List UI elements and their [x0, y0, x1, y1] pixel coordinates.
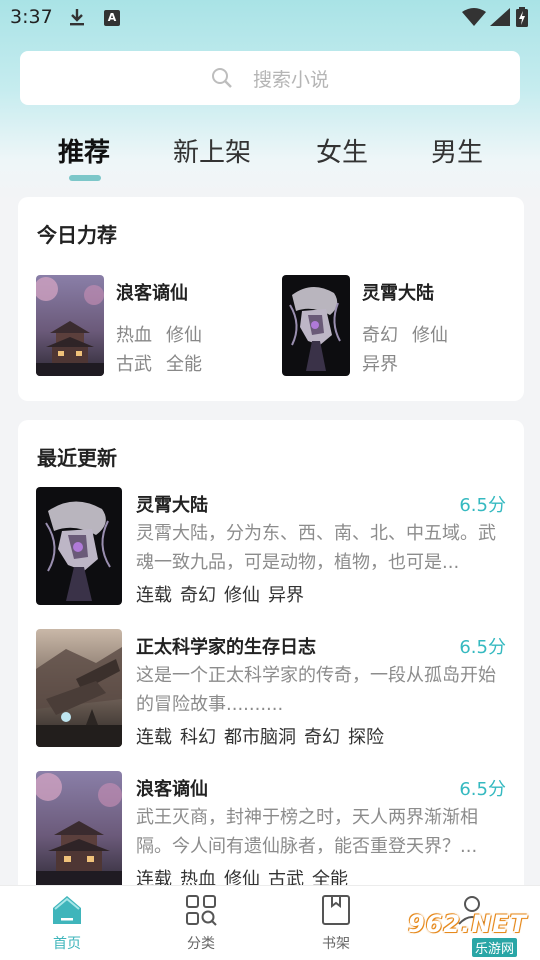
nav-home[interactable]: 首页 [27, 886, 107, 960]
tag: 热血 [116, 325, 152, 346]
pick-tags: 奇幻 修仙 [362, 321, 462, 347]
nav-label: 首页 [53, 936, 81, 952]
tag: 修仙 [166, 325, 202, 346]
search-icon [211, 68, 232, 88]
tag: 连载 [136, 727, 172, 748]
tab-recommend[interactable]: 推荐 [58, 132, 110, 169]
nav-label: 分类 [187, 936, 215, 952]
list-item[interactable]: 浪客谪仙 6.5分 武王灭商，封神于榜之时，天人两界渐渐相隔。今人间有遗仙脉者，… [36, 771, 506, 891]
book-score: 6.5分 [459, 779, 506, 800]
book-score: 6.5分 [459, 495, 506, 516]
book-cover [36, 275, 104, 376]
tag: 奇幻 [180, 585, 216, 606]
today-picks-card: 今日力荐 浪客谪仙 热血 修仙 古武 全能 灵霄大陆 奇幻 修仙 异界 [18, 197, 524, 401]
book-cover [36, 629, 122, 747]
tab-male[interactable]: 男生 [431, 132, 483, 169]
tag: 异界 [268, 585, 304, 606]
pick-tags: 古武 全能 [116, 350, 216, 376]
tag: 全能 [166, 354, 202, 375]
font-a-icon: A [104, 10, 120, 26]
tag: 修仙 [224, 585, 260, 606]
watermark-text: 962.NET [408, 910, 528, 938]
tag: 异界 [362, 354, 398, 375]
list-item[interactable]: 正太科学家的生存日志 6.5分 这是一个正太科学家的传奇，一段从孤岛开始的冒险故… [36, 629, 506, 749]
pick-tags: 异界 [362, 350, 412, 376]
tag: 奇幻 [304, 727, 340, 748]
tag: 探险 [348, 727, 384, 748]
signal-icon [490, 8, 510, 26]
search-placeholder: 搜索小说 [252, 68, 329, 91]
list-item[interactable]: 灵霄大陆 6.5分 灵霄大陆，分为东、西、南、北、中五域。武魂一致九品，可是动物… [36, 487, 506, 607]
book-score: 6.5分 [459, 637, 506, 658]
nav-category[interactable]: 分类 [161, 886, 241, 960]
book-title: 浪客谪仙 [136, 779, 208, 800]
pick-title: 浪客谪仙 [116, 283, 188, 304]
tag: 科幻 [180, 727, 216, 748]
book-cover [36, 771, 122, 889]
nav-bookshelf[interactable]: 书架 [296, 886, 376, 960]
pick-tags: 热血 修仙 [116, 321, 216, 347]
download-icon [70, 9, 84, 26]
book-title: 正太科学家的生存日志 [136, 637, 316, 658]
pick-item[interactable]: 灵霄大陆 奇幻 修仙 异界 [282, 275, 512, 377]
tag: 修仙 [412, 325, 448, 346]
tag: 都市脑洞 [224, 727, 296, 748]
book-tags: 连载 奇幻 修仙 异界 [136, 581, 312, 607]
pick-item[interactable]: 浪客谪仙 热血 修仙 古武 全能 [36, 275, 266, 377]
watermark-subtext: 乐游网 [472, 938, 518, 957]
status-time: 3:37 [10, 6, 53, 28]
book-tags: 连载 科幻 都市脑洞 奇幻 探险 [136, 723, 392, 749]
tag: 连载 [136, 585, 172, 606]
nav-label: 书架 [322, 936, 350, 952]
wifi-icon [462, 8, 486, 26]
pick-title: 灵霄大陆 [362, 283, 434, 304]
category-icon [186, 895, 217, 926]
recent-updates-card: 最近更新 灵霄大陆 6.5分 灵霄大陆，分为东、西、南、北、中五域。武魂一致九品… [18, 420, 524, 900]
section-title: 最近更新 [37, 446, 117, 470]
book-cover [36, 487, 122, 605]
book-description: 这是一个正太科学家的传奇，一段从孤岛开始的冒险故事.......... [136, 665, 496, 715]
home-icon [53, 896, 81, 924]
tag: 奇幻 [362, 325, 398, 346]
tab-female[interactable]: 女生 [316, 132, 368, 169]
watermark-logo: 962.NET 乐游网 [400, 908, 534, 957]
tag: 古武 [116, 354, 152, 375]
book-title: 灵霄大陆 [136, 495, 208, 516]
section-title: 今日力荐 [37, 223, 117, 247]
book-cover [282, 275, 350, 376]
tab-new-arrivals[interactable]: 新上架 [173, 132, 251, 169]
battery-icon [516, 7, 528, 27]
status-bar: 3:37 A [0, 0, 540, 36]
book-description: 灵霄大陆，分为东、西、南、北、中五域。武魂一致九品，可是动物，植物，也可是... [136, 523, 496, 573]
search-bar[interactable]: 搜索小说 [20, 51, 520, 105]
bookshelf-icon [322, 895, 350, 925]
book-description: 武王灭商，封神于榜之时，天人两界渐渐相隔。今人间有遗仙脉者，能否重登天界？... [136, 807, 478, 857]
active-tab-indicator [69, 175, 101, 181]
